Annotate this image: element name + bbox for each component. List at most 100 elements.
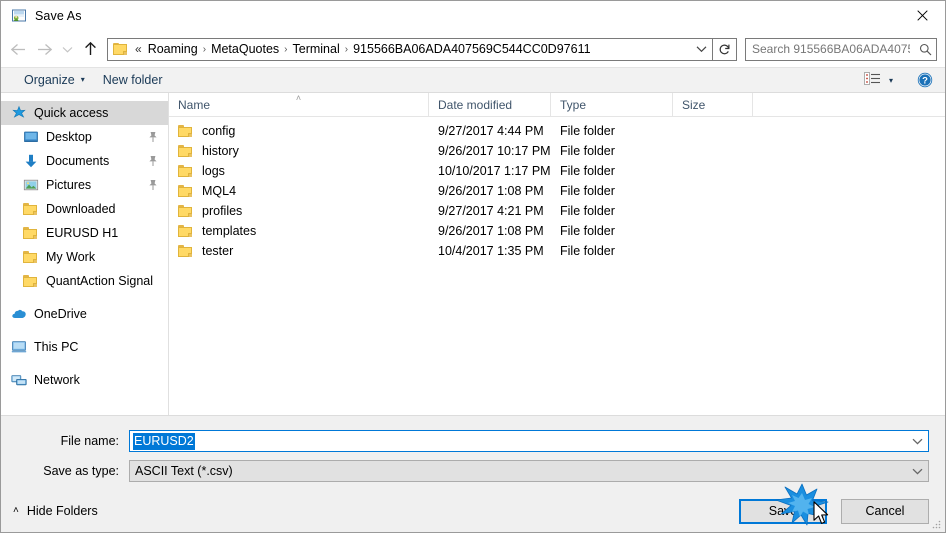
file-name-label: File name: <box>60 434 119 448</box>
column-header-date-modified[interactable]: Date modified <box>429 93 551 116</box>
sidebar-item-my-work[interactable]: My Work <box>1 245 168 269</box>
recent-locations-chevron-down-icon[interactable] <box>57 36 77 62</box>
sidebar-item-label: EURUSD H1 <box>46 226 119 240</box>
sidebar-item-onedrive[interactable]: OneDrive <box>1 302 168 326</box>
sidebar-item-label: Desktop <box>46 130 92 144</box>
sidebar-divider <box>1 293 168 302</box>
back-icon[interactable] <box>5 36 31 62</box>
file-rows: config 9/27/2017 4:44 PM File folder his… <box>169 117 945 415</box>
chevron-down-icon: ▾ <box>888 75 893 85</box>
command-bar: Organize ▾ New folder ▾ ? <box>1 67 945 93</box>
chevron-up-icon: ˄ <box>13 505 19 516</box>
table-row[interactable]: templates 9/26/2017 1:08 PM File folder <box>169 221 945 241</box>
sidebar-item-eurusd-h1[interactable]: EURUSD H1 <box>1 221 168 245</box>
folder-icon <box>178 204 194 218</box>
save-as-dialog: Save As « Roaming › MetaQuotes › Termina… <box>0 0 946 533</box>
resize-grip[interactable] <box>930 518 942 530</box>
save-button[interactable]: Save <box>739 498 827 524</box>
save-form: File name: EURUSD2 Save as type: ASCII T… <box>1 416 945 490</box>
up-one-level-icon[interactable] <box>77 36 103 62</box>
table-row[interactable]: logs 10/10/2017 1:17 PM File folder <box>169 161 945 181</box>
sort-ascending-icon: ˄ <box>295 93 302 103</box>
sidebar-item-label: Quick access <box>34 106 109 120</box>
sidebar-item-label: QuantAction Signal <box>46 274 154 288</box>
breadcrumb-overflow[interactable]: « <box>133 39 144 60</box>
help-button[interactable]: ? <box>917 72 933 88</box>
folder-icon <box>178 184 194 198</box>
file-name-row: File name: EURUSD2 <box>17 430 929 452</box>
picture-icon <box>23 177 39 193</box>
column-header-name[interactable]: ˄ Name <box>169 93 429 116</box>
breadcrumb-item-0[interactable]: Roaming <box>144 39 202 60</box>
file-name-text: profiles <box>202 204 243 218</box>
chevron-down-icon[interactable] <box>906 438 928 445</box>
address-bar[interactable]: « Roaming › MetaQuotes › Terminal › 9155… <box>107 37 713 61</box>
table-row[interactable]: tester 10/4/2017 1:35 PM File folder <box>169 241 945 261</box>
change-view-button[interactable]: ▾ <box>858 72 899 88</box>
sidebar-item-this-pc[interactable]: This PC <box>1 335 168 359</box>
file-name-text: config <box>202 124 236 138</box>
refresh-icon[interactable] <box>713 37 737 61</box>
table-row[interactable]: profiles 9/27/2017 4:21 PM File folder <box>169 201 945 221</box>
pin-icon[interactable] <box>148 155 158 167</box>
search-input[interactable] <box>746 39 914 59</box>
chevron-down-icon: ▾ <box>80 75 85 84</box>
sidebar-item-quick-access[interactable]: Quick access <box>1 101 168 125</box>
pin-icon[interactable] <box>148 179 158 191</box>
file-type-cell: File folder <box>560 164 615 178</box>
footer-buttons: Save Cancel <box>739 498 929 524</box>
file-type-cell: File folder <box>560 124 615 138</box>
sidebar-item-downloaded[interactable]: Downloaded <box>1 197 168 221</box>
save-as-type-select[interactable]: ASCII Text (*.csv) <box>129 460 929 482</box>
folder-icon <box>178 124 194 138</box>
close-button[interactable] <box>899 1 945 30</box>
forward-icon[interactable] <box>31 36 57 62</box>
search-box[interactable] <box>745 37 937 61</box>
column-header-label: Size <box>682 97 706 112</box>
title-bar: Save As <box>1 1 945 31</box>
column-header-label: Name <box>178 97 211 112</box>
file-name-cell: config <box>169 124 429 138</box>
organize-button[interactable]: Organize ▾ <box>15 68 94 92</box>
table-row[interactable]: MQL4 9/26/2017 1:08 PM File folder <box>169 181 945 201</box>
file-date-cell: 10/4/2017 1:35 PM <box>438 244 544 258</box>
folder-icon <box>178 164 194 178</box>
svg-text:?: ? <box>922 76 928 87</box>
star-icon <box>11 105 27 121</box>
sidebar-item-network[interactable]: Network <box>1 368 168 392</box>
network-icon <box>11 372 27 388</box>
command-bar-right: ▾ ? <box>858 72 945 88</box>
sidebar-divider <box>1 359 168 368</box>
column-header-size[interactable]: Size <box>673 93 753 116</box>
file-name-input[interactable]: EURUSD2 <box>129 430 929 452</box>
new-folder-label: New folder <box>102 73 163 87</box>
folder-icon <box>23 273 39 289</box>
table-row[interactable]: config 9/27/2017 4:44 PM File folder <box>169 121 945 141</box>
cancel-button[interactable]: Cancel <box>841 498 929 524</box>
file-name-value: EURUSD2 <box>133 432 195 450</box>
navigation-sidebar[interactable]: Quick access Desktop Documents Pictures … <box>1 93 169 415</box>
column-header-type[interactable]: Type <box>551 93 673 116</box>
sidebar-item-label: Pictures <box>46 178 92 192</box>
chevron-down-icon[interactable] <box>906 468 928 475</box>
sidebar-item-label: My Work <box>46 250 96 264</box>
new-folder-button[interactable]: New folder <box>94 68 172 92</box>
file-type-cell: File folder <box>560 224 615 238</box>
address-dropdown-chevron-icon[interactable] <box>690 39 712 60</box>
file-name-text: MQL4 <box>202 184 237 198</box>
search-icon[interactable] <box>914 43 936 56</box>
file-name-text: logs <box>202 164 225 178</box>
file-name-cell: profiles <box>169 204 429 218</box>
breadcrumb-item-2[interactable]: Terminal <box>289 39 344 60</box>
file-name-cell: history <box>169 144 429 158</box>
file-name-cell: templates <box>169 224 429 238</box>
breadcrumb-item-3[interactable]: 915566BA06ADA407569C544CC0D97611 <box>349 39 594 60</box>
sidebar-item-documents[interactable]: Documents <box>1 149 168 173</box>
pin-icon[interactable] <box>148 131 158 143</box>
hide-folders-button[interactable]: ˄ Hide Folders <box>13 504 98 518</box>
sidebar-item-desktop[interactable]: Desktop <box>1 125 168 149</box>
sidebar-item-quantaction-signal[interactable]: QuantAction Signal <box>1 269 168 293</box>
table-row[interactable]: history 9/26/2017 10:17 PM File folder <box>169 141 945 161</box>
sidebar-item-pictures[interactable]: Pictures <box>1 173 168 197</box>
breadcrumb-item-1[interactable]: MetaQuotes <box>207 39 283 60</box>
